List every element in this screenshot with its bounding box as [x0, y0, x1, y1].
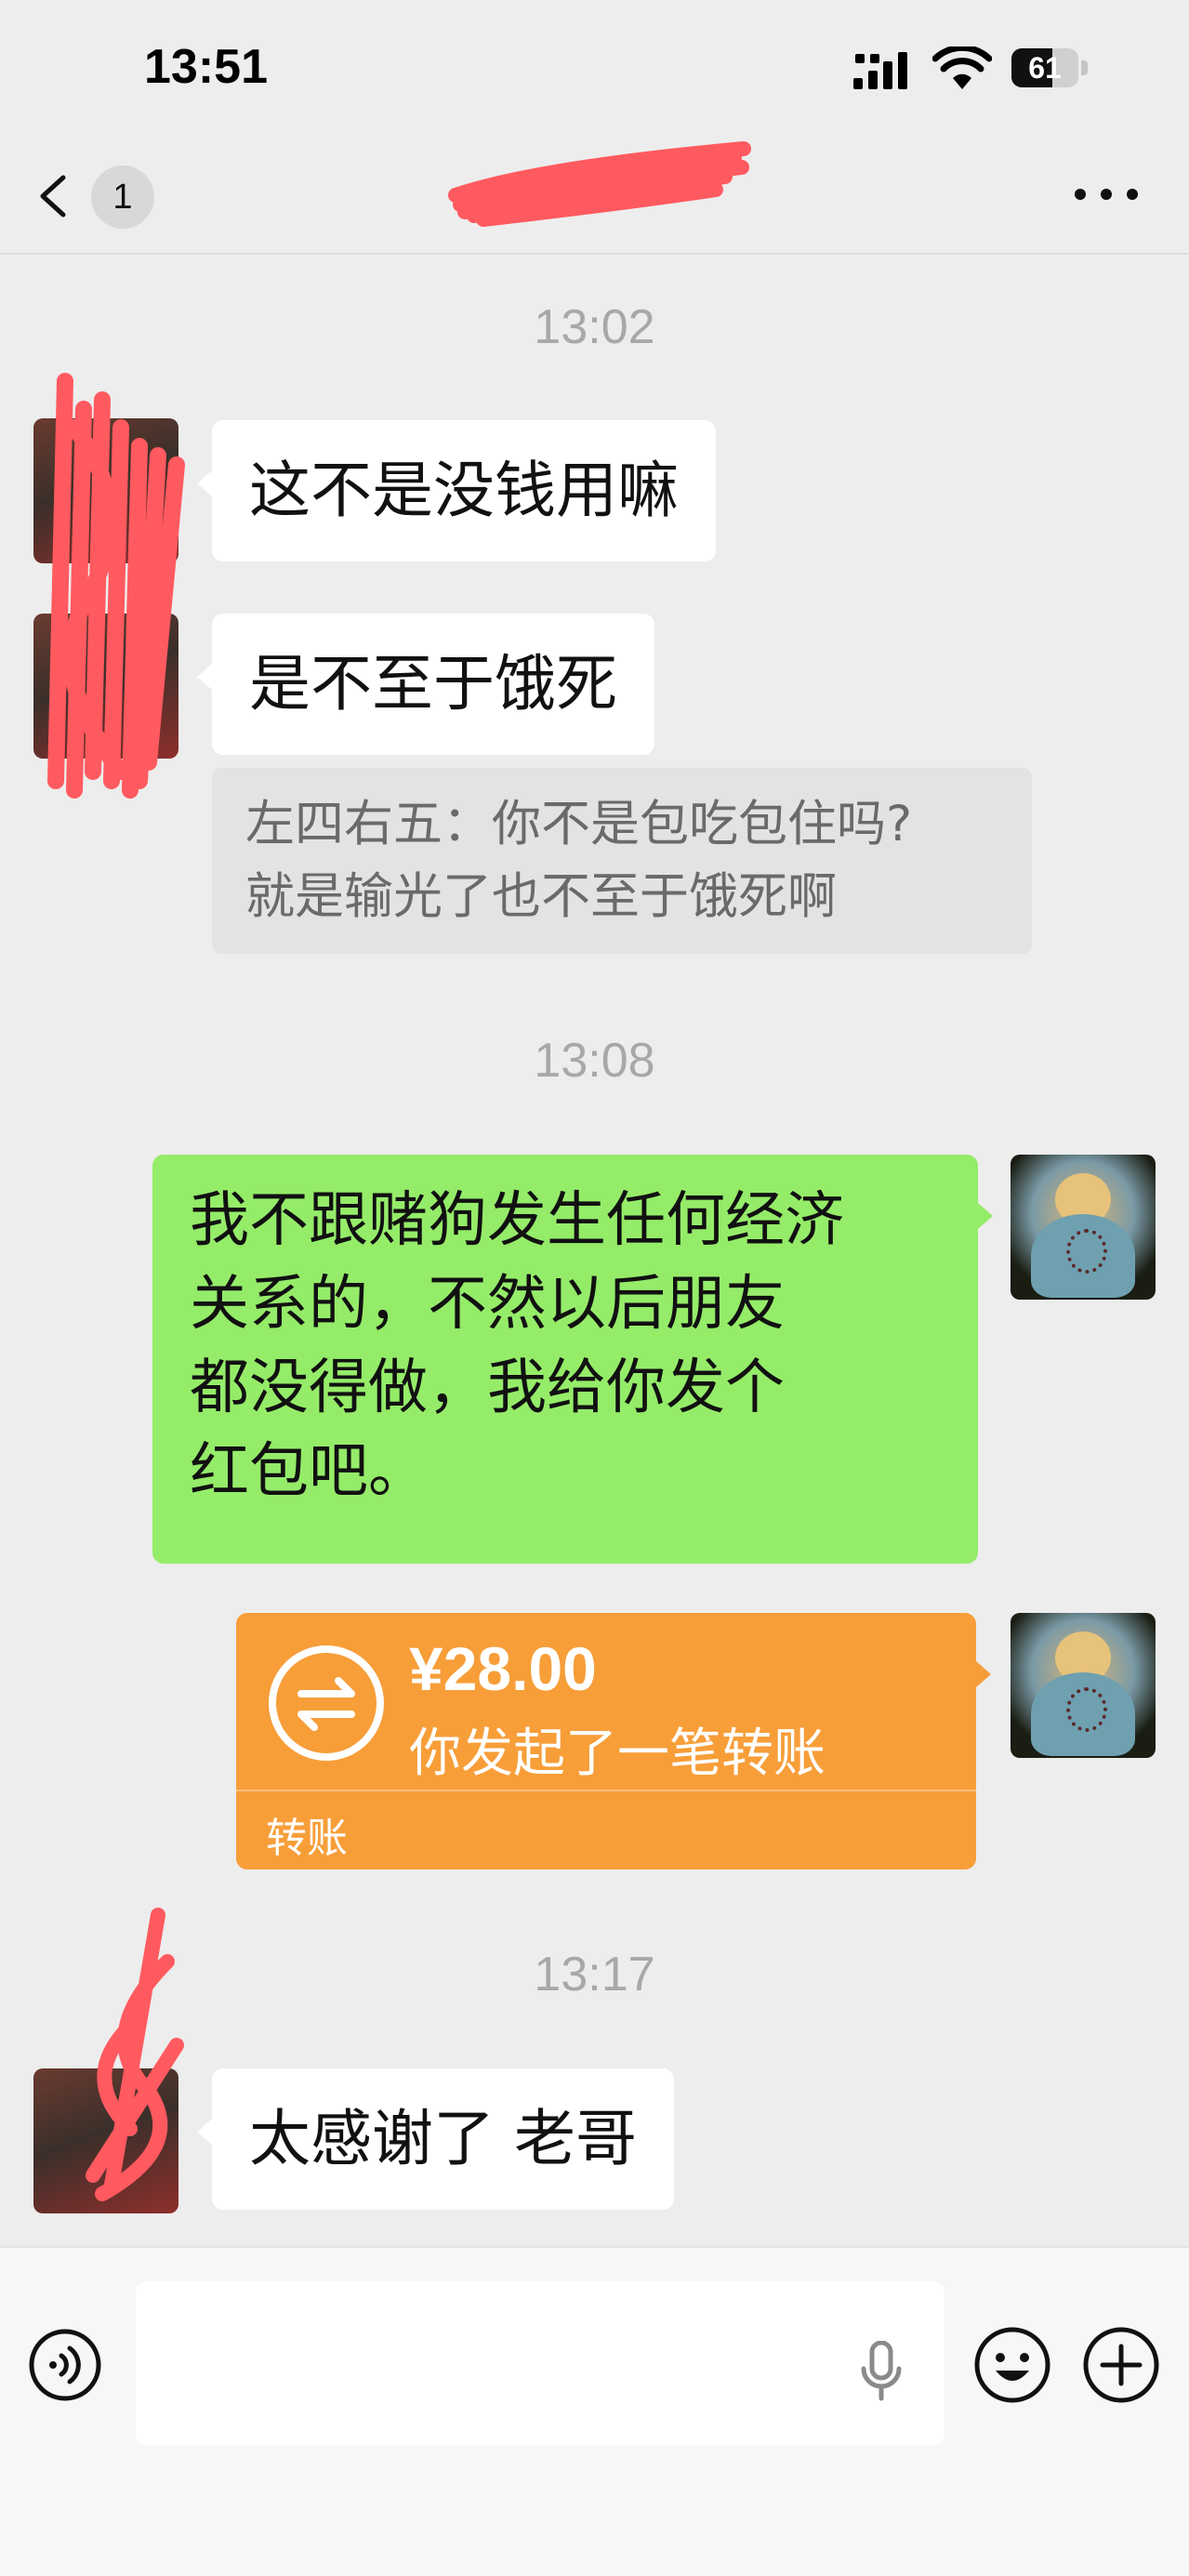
status-bar: 13:51 61 — [0, 0, 1189, 139]
battery-icon: 61 — [1011, 48, 1090, 87]
my-avatar[interactable] — [1011, 1155, 1156, 1300]
message-text-line: 红包吧。 — [190, 1437, 428, 1506]
chat-title — [465, 167, 725, 232]
more-dots-icon[interactable] — [1069, 180, 1143, 208]
transfer-description: 你发起了一笔转账 — [409, 1724, 826, 1784]
cellular-signal-icon — [853, 52, 907, 89]
transfer-exchange-icon — [269, 1645, 384, 1761]
quote-text-line: 左四右五：你不是包吃包住吗? — [245, 796, 913, 852]
timestamp: 13:08 — [534, 1034, 655, 1088]
message-text-line: 关系的，不然以后朋友 — [190, 1270, 785, 1339]
wifi-icon — [932, 46, 992, 89]
contact-avatar[interactable] — [33, 418, 178, 563]
timestamp: 13:17 — [534, 1948, 655, 2001]
chat-header: 1 — [0, 139, 1189, 255]
message-bubble-incoming[interactable]: 这不是没钱用嘛 — [197, 420, 716, 561]
plus-icon[interactable] — [1082, 2326, 1160, 2404]
back-button[interactable]: 1 — [35, 162, 165, 229]
status-time: 13:51 — [144, 40, 268, 94]
message-bubble-outgoing[interactable]: 我不跟赌狗发生任何经济 关系的，不然以后朋友 都没得做，我给你发个 红包吧。 — [152, 1155, 993, 1564]
message-bubble-incoming[interactable]: 是不至于饿死 — [197, 614, 654, 755]
transfer-amount: ¥28.00 — [409, 1634, 597, 1703]
battery-level: 61 — [1028, 51, 1062, 85]
voice-mode-icon[interactable] — [28, 2328, 102, 2402]
quoted-message[interactable]: 左四右五：你不是包吃包住吗? 就是输光了也不至于饿死啊 — [212, 768, 1032, 954]
unread-count-badge: 1 — [91, 165, 154, 229]
message-text-line: 我不跟赌狗发生任何经济 — [190, 1186, 844, 1255]
input-bar — [0, 2246, 1189, 2576]
contact-avatar[interactable] — [33, 2068, 178, 2213]
divider — [236, 1790, 976, 1791]
message-text-line: 都没得做，我给你发个 — [190, 1354, 785, 1422]
emoji-icon[interactable] — [973, 2326, 1051, 2404]
transfer-label: 转账 — [266, 1815, 348, 1862]
contact-avatar[interactable] — [33, 614, 178, 759]
my-avatar[interactable] — [1011, 1613, 1156, 1758]
message-bubble-incoming[interactable]: 太感谢了 老哥 — [197, 2068, 674, 2210]
chevron-left-icon — [40, 175, 66, 218]
transfer-card[interactable]: ¥28.00 你发起了一笔转账 转账 — [236, 1613, 991, 1869]
timestamp: 13:02 — [534, 300, 655, 354]
microphone-icon[interactable] — [858, 2341, 905, 2402]
message-input[interactable] — [136, 2281, 945, 2445]
quote-text-line: 就是输光了也不至于饿死啊 — [245, 868, 837, 925]
